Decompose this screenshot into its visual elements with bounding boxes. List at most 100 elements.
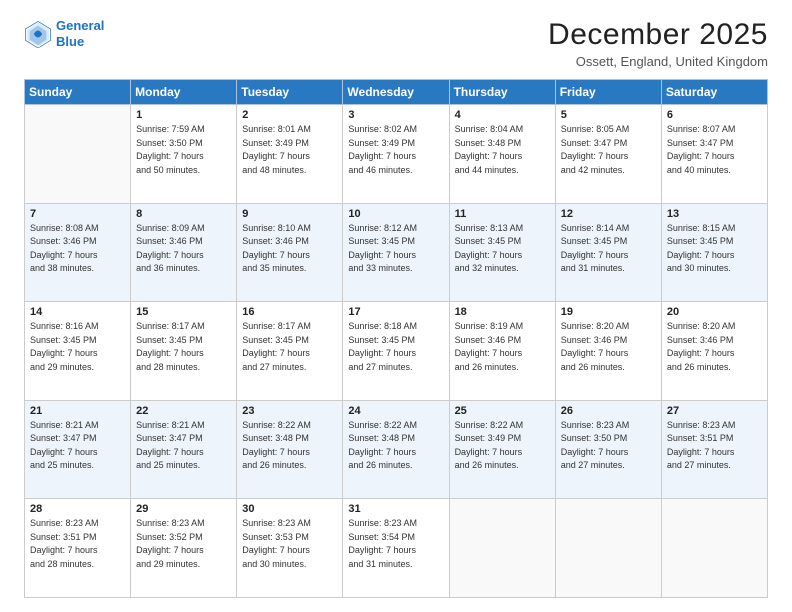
day-number: 22 xyxy=(136,405,231,417)
title-block: December 2025 Ossett, England, United Ki… xyxy=(548,18,768,69)
day-info: Sunrise: 8:01 AM Sunset: 3:49 PM Dayligh… xyxy=(242,123,337,177)
calendar-cell: 8Sunrise: 8:09 AM Sunset: 3:46 PM Daylig… xyxy=(131,203,237,302)
calendar-cell: 25 Sunrise: 8:22 AM Sunset: 3:49 PM Dayli… xyxy=(449,400,555,499)
day-number: 13 xyxy=(667,208,762,220)
day-info: Sunrise: 8:21 AM Sunset: 3:47 PM Dayligh… xyxy=(30,419,125,473)
calendar-cell xyxy=(449,499,555,598)
day-info: Sunrise: 8:23 AM Sunset: 3:51 PM Dayligh… xyxy=(30,517,125,571)
calendar-table: SundayMondayTuesdayWednesdayThursdayFrid… xyxy=(24,79,768,598)
day-number: 23 xyxy=(242,405,337,417)
day-info: Sunrise: 8:14 AM Sunset: 3:45 PM Dayligh… xyxy=(561,222,656,276)
day-number: 28 xyxy=(30,503,125,515)
day-info: Sunrise: 8:15 AM Sunset: 3:45 PM Dayligh… xyxy=(667,222,762,276)
calendar-cell: 11 Sunrise: 8:13 AM Sunset: 3:45 PM Dayli… xyxy=(449,203,555,302)
day-number: 3 xyxy=(348,109,443,121)
day-info: Sunrise: 8:07 AM Sunset: 3:47 PM Dayligh… xyxy=(667,123,762,177)
day-number: 4 xyxy=(455,109,550,121)
day-number: 26 xyxy=(561,405,656,417)
calendar-week-row: 14 Sunrise: 8:16 AM Sunset: 3:45 PM Dayli… xyxy=(25,302,768,401)
calendar-cell: 7Sunrise: 8:08 AM Sunset: 3:46 PM Daylig… xyxy=(25,203,131,302)
calendar-cell: 18Sunrise: 8:19 AM Sunset: 3:46 PM Dayli… xyxy=(449,302,555,401)
calendar-cell: 17 Sunrise: 8:18 AM Sunset: 3:45 PM Dayli… xyxy=(343,302,449,401)
calendar-cell: 27 Sunrise: 8:23 AM Sunset: 3:51 PM Dayli… xyxy=(661,400,767,499)
day-number: 10 xyxy=(348,208,443,220)
calendar-weekday-tuesday: Tuesday xyxy=(237,80,343,105)
calendar-cell: 2 Sunrise: 8:01 AM Sunset: 3:49 PM Daylig… xyxy=(237,105,343,204)
day-info: Sunrise: 8:09 AM Sunset: 3:46 PM Dayligh… xyxy=(136,222,231,276)
day-number: 31 xyxy=(348,503,443,515)
day-info: Sunrise: 8:13 AM Sunset: 3:45 PM Dayligh… xyxy=(455,222,550,276)
calendar-cell xyxy=(555,499,661,598)
calendar-cell xyxy=(25,105,131,204)
day-info: Sunrise: 8:23 AM Sunset: 3:50 PM Dayligh… xyxy=(561,419,656,473)
calendar-cell: 15 Sunrise: 8:17 AM Sunset: 3:45 PM Dayli… xyxy=(131,302,237,401)
calendar-weekday-friday: Friday xyxy=(555,80,661,105)
calendar-week-row: 28 Sunrise: 8:23 AM Sunset: 3:51 PM Dayli… xyxy=(25,499,768,598)
day-info: Sunrise: 8:17 AM Sunset: 3:45 PM Dayligh… xyxy=(136,320,231,374)
calendar-cell: 28 Sunrise: 8:23 AM Sunset: 3:51 PM Dayli… xyxy=(25,499,131,598)
main-title: December 2025 xyxy=(548,18,768,52)
day-info: Sunrise: 8:05 AM Sunset: 3:47 PM Dayligh… xyxy=(561,123,656,177)
day-info: Sunrise: 8:22 AM Sunset: 3:48 PM Dayligh… xyxy=(242,419,337,473)
calendar-cell: 13 Sunrise: 8:15 AM Sunset: 3:45 PM Dayli… xyxy=(661,203,767,302)
page: General Blue December 2025 Ossett, Engla… xyxy=(0,0,792,612)
day-info: Sunrise: 8:22 AM Sunset: 3:48 PM Dayligh… xyxy=(348,419,443,473)
day-info: Sunrise: 8:19 AM Sunset: 3:46 PM Dayligh… xyxy=(455,320,550,374)
calendar-cell: 12 Sunrise: 8:14 AM Sunset: 3:45 PM Dayli… xyxy=(555,203,661,302)
day-info: Sunrise: 8:10 AM Sunset: 3:46 PM Dayligh… xyxy=(242,222,337,276)
day-info: Sunrise: 8:22 AM Sunset: 3:49 PM Dayligh… xyxy=(455,419,550,473)
calendar-cell: 21Sunrise: 8:21 AM Sunset: 3:47 PM Dayli… xyxy=(25,400,131,499)
calendar-cell xyxy=(661,499,767,598)
calendar-cell: 20Sunrise: 8:20 AM Sunset: 3:46 PM Dayli… xyxy=(661,302,767,401)
day-number: 9 xyxy=(242,208,337,220)
calendar-weekday-saturday: Saturday xyxy=(661,80,767,105)
day-number: 6 xyxy=(667,109,762,121)
calendar-cell: 14 Sunrise: 8:16 AM Sunset: 3:45 PM Dayli… xyxy=(25,302,131,401)
calendar-cell: 22 Sunrise: 8:21 AM Sunset: 3:47 PM Dayli… xyxy=(131,400,237,499)
calendar-cell: 10 Sunrise: 8:12 AM Sunset: 3:45 PM Dayli… xyxy=(343,203,449,302)
calendar-weekday-thursday: Thursday xyxy=(449,80,555,105)
day-number: 14 xyxy=(30,306,125,318)
day-info: Sunrise: 8:04 AM Sunset: 3:48 PM Dayligh… xyxy=(455,123,550,177)
day-number: 29 xyxy=(136,503,231,515)
calendar-cell: 26 Sunrise: 8:23 AM Sunset: 3:50 PM Dayli… xyxy=(555,400,661,499)
day-number: 30 xyxy=(242,503,337,515)
day-number: 24 xyxy=(348,405,443,417)
calendar-weekday-sunday: Sunday xyxy=(25,80,131,105)
day-info: Sunrise: 8:16 AM Sunset: 3:45 PM Dayligh… xyxy=(30,320,125,374)
calendar-cell: 31Sunrise: 8:23 AM Sunset: 3:54 PM Dayli… xyxy=(343,499,449,598)
calendar-cell: 4 Sunrise: 8:04 AM Sunset: 3:48 PM Daylig… xyxy=(449,105,555,204)
day-info: Sunrise: 8:17 AM Sunset: 3:45 PM Dayligh… xyxy=(242,320,337,374)
day-info: Sunrise: 8:02 AM Sunset: 3:49 PM Dayligh… xyxy=(348,123,443,177)
day-info: Sunrise: 8:23 AM Sunset: 3:53 PM Dayligh… xyxy=(242,517,337,571)
subtitle: Ossett, England, United Kingdom xyxy=(548,54,768,69)
day-info: Sunrise: 8:08 AM Sunset: 3:46 PM Dayligh… xyxy=(30,222,125,276)
day-number: 12 xyxy=(561,208,656,220)
calendar-cell: 5Sunrise: 8:05 AM Sunset: 3:47 PM Daylig… xyxy=(555,105,661,204)
calendar-cell: 24 Sunrise: 8:22 AM Sunset: 3:48 PM Dayli… xyxy=(343,400,449,499)
day-number: 15 xyxy=(136,306,231,318)
day-number: 17 xyxy=(348,306,443,318)
logo-text: General Blue xyxy=(56,18,104,49)
day-info: Sunrise: 8:20 AM Sunset: 3:46 PM Dayligh… xyxy=(561,320,656,374)
day-info: Sunrise: 8:23 AM Sunset: 3:51 PM Dayligh… xyxy=(667,419,762,473)
day-info: Sunrise: 7:59 AM Sunset: 3:50 PM Dayligh… xyxy=(136,123,231,177)
day-number: 2 xyxy=(242,109,337,121)
logo-blue: Blue xyxy=(56,34,84,49)
calendar-week-row: 1 Sunrise: 7:59 AM Sunset: 3:50 PM Daylig… xyxy=(25,105,768,204)
calendar-week-row: 7Sunrise: 8:08 AM Sunset: 3:46 PM Daylig… xyxy=(25,203,768,302)
day-number: 20 xyxy=(667,306,762,318)
logo-icon xyxy=(24,20,52,48)
day-info: Sunrise: 8:12 AM Sunset: 3:45 PM Dayligh… xyxy=(348,222,443,276)
day-number: 11 xyxy=(455,208,550,220)
header: General Blue December 2025 Ossett, Engla… xyxy=(24,18,768,69)
day-info: Sunrise: 8:18 AM Sunset: 3:45 PM Dayligh… xyxy=(348,320,443,374)
calendar-cell: 1 Sunrise: 7:59 AM Sunset: 3:50 PM Daylig… xyxy=(131,105,237,204)
calendar-cell: 9 Sunrise: 8:10 AM Sunset: 3:46 PM Daylig… xyxy=(237,203,343,302)
calendar-cell: 30 Sunrise: 8:23 AM Sunset: 3:53 PM Dayli… xyxy=(237,499,343,598)
day-number: 27 xyxy=(667,405,762,417)
day-info: Sunrise: 8:21 AM Sunset: 3:47 PM Dayligh… xyxy=(136,419,231,473)
day-number: 25 xyxy=(455,405,550,417)
calendar-cell: 16Sunrise: 8:17 AM Sunset: 3:45 PM Dayli… xyxy=(237,302,343,401)
day-number: 1 xyxy=(136,109,231,121)
